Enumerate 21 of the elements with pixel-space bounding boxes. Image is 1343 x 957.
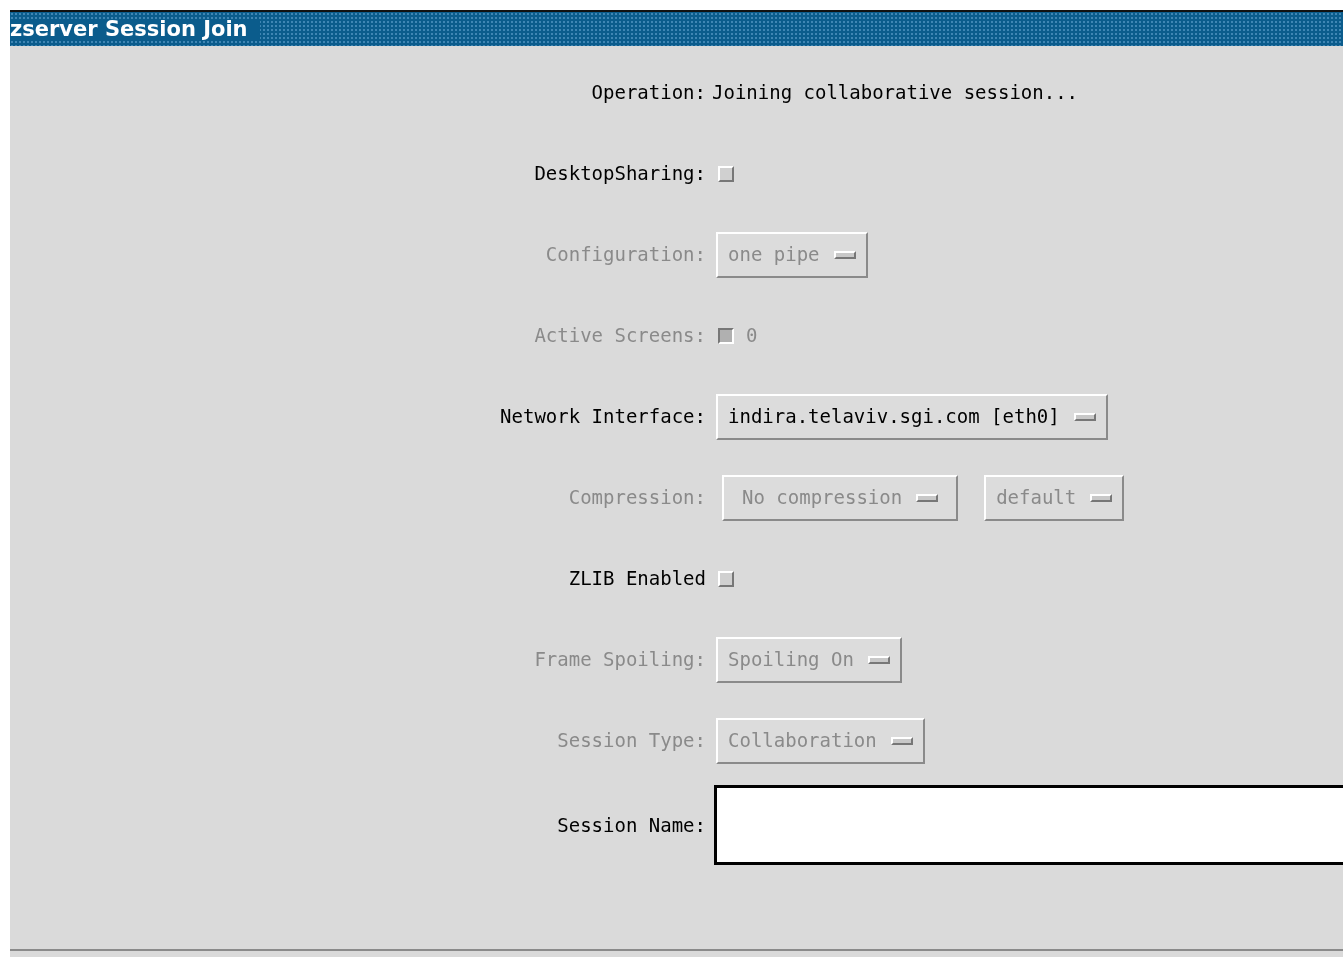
field-label: Session Name: bbox=[556, 812, 706, 838]
option-menu-icon bbox=[1090, 493, 1113, 502]
option-menu-icon bbox=[916, 493, 939, 502]
field-label: Active Screens: bbox=[533, 323, 706, 349]
option-menu-icon bbox=[833, 250, 856, 259]
dropdown-button[interactable]: indira.telaviv.sgi.com [eth0] bbox=[716, 393, 1108, 440]
option-menu-icon bbox=[890, 736, 913, 745]
option-menu-icon bbox=[867, 655, 890, 664]
field-label: Frame Spoiling: bbox=[533, 647, 706, 673]
field-label: Network Interface: bbox=[499, 404, 706, 430]
field-label: DesktopSharing: bbox=[533, 161, 706, 187]
input-field[interactable] bbox=[714, 785, 1343, 865]
window-title: zserver Session Join bbox=[10, 18, 260, 40]
option-menu-icon bbox=[1073, 412, 1096, 421]
field-label: Configuration: bbox=[544, 242, 706, 268]
field-label: Session Type: bbox=[556, 728, 706, 754]
status-text: Joining collaborative session... bbox=[712, 80, 1079, 106]
field-label: Operation: bbox=[590, 80, 706, 106]
field-label: ZLIB Enabled bbox=[567, 566, 706, 592]
value-text: 0 bbox=[746, 323, 758, 349]
field-label: Compression: bbox=[567, 485, 706, 511]
